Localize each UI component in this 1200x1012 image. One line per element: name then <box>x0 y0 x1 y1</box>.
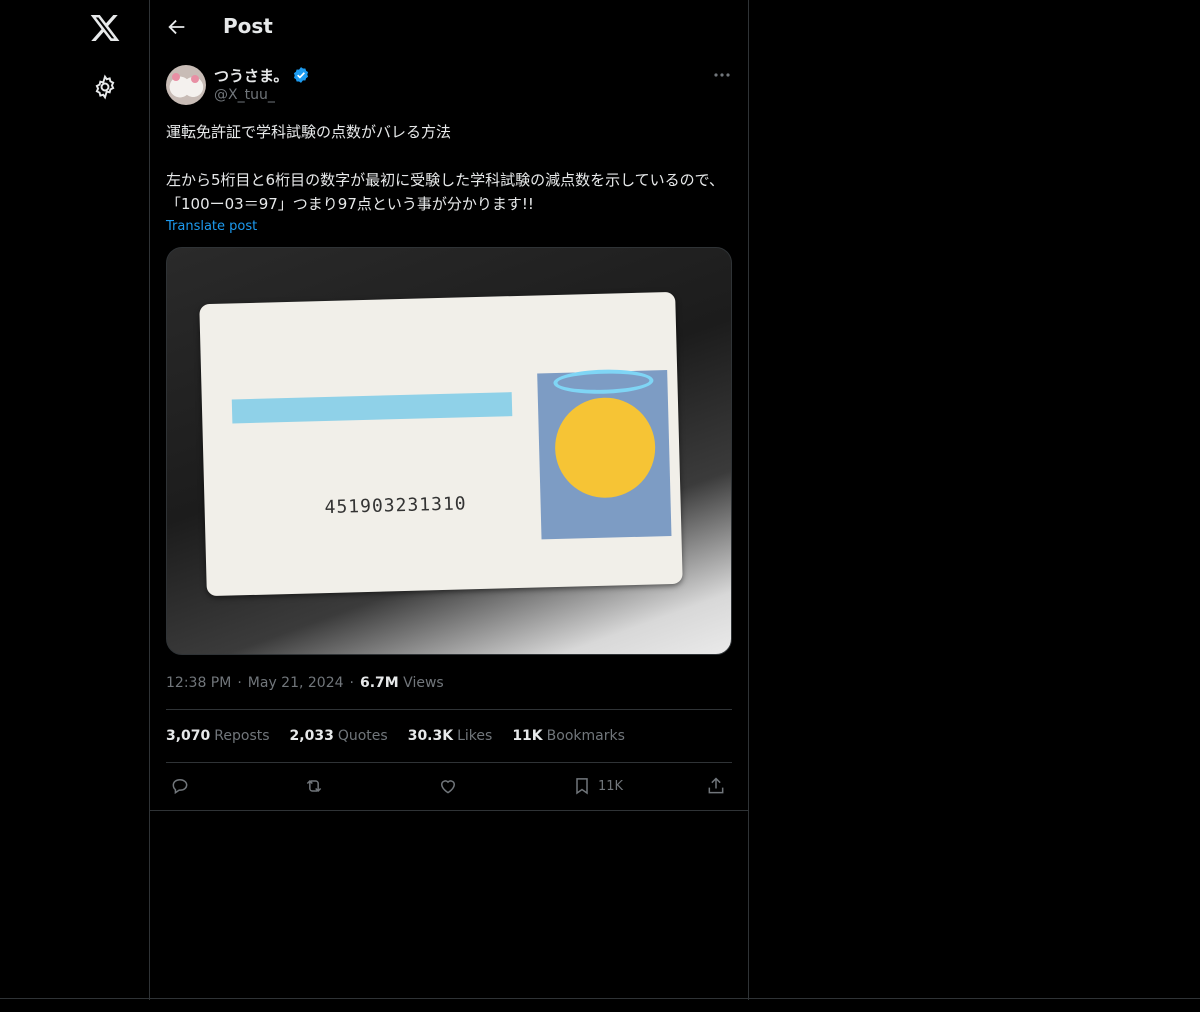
author-display-name[interactable]: つうさま。 <box>214 65 288 86</box>
verified-icon[interactable] <box>292 66 310 84</box>
separator-dot: · <box>237 675 242 691</box>
bookmark-count: 11K <box>598 778 624 794</box>
repost-icon <box>306 779 322 793</box>
views-count: 6.7M <box>359 675 399 691</box>
bookmarks-stat[interactable]: 11K Bookmarks <box>512 728 625 744</box>
views-label: Views <box>403 675 444 691</box>
quotes-stat[interactable]: 2,033 Quotes <box>290 728 388 744</box>
action-bar: 11K <box>166 775 732 801</box>
post-image[interactable]: 451903231310 <box>166 247 732 655</box>
share-icon <box>708 777 724 794</box>
likes-stat[interactable]: 30.3K Likes <box>408 728 493 744</box>
author-name-row: つうさま。 <box>214 65 310 85</box>
card-stripe <box>231 392 513 424</box>
divider <box>166 709 732 710</box>
repost-button[interactable] <box>304 775 324 797</box>
reposts-stat[interactable]: 3,070 Reposts <box>166 728 270 744</box>
main-column: Post つうさま。 @X_tuu_ 運転免許証で学科試験の点数がバレる方法 左… <box>149 0 749 1000</box>
post-time[interactable]: 12:38 PM <box>166 675 231 691</box>
left-sidebar <box>0 0 150 1012</box>
page-header: Post <box>150 0 748 54</box>
license-card-image: 451903231310 <box>199 291 683 597</box>
post-text-line: 左から5桁目と6桁目の数字が最初に受験した学科試験の減点数を示しているので、「1… <box>166 171 725 213</box>
post-text: 運転免許証で学科試験の点数がバレる方法 左から5桁目と6桁目の数字が最初に受験し… <box>166 120 734 216</box>
bottom-divider <box>0 998 1200 999</box>
separator-dot: · <box>349 675 354 691</box>
back-arrow-icon[interactable] <box>166 16 188 38</box>
page-title: Post <box>223 14 273 38</box>
like-button[interactable] <box>438 775 458 797</box>
gear-icon[interactable] <box>92 74 118 100</box>
more-icon[interactable] <box>712 66 732 84</box>
x-logo-icon[interactable] <box>89 12 121 44</box>
bookmark-icon <box>576 778 588 795</box>
license-number: 451903231310 <box>324 493 467 519</box>
engagement-stats: 3,070 Reposts 2,033 Quotes 30.3K Likes 11K B… <box>166 728 625 744</box>
translate-post-link[interactable]: Translate post <box>166 219 257 234</box>
share-button[interactable] <box>706 775 726 797</box>
reply-icon <box>172 778 188 795</box>
post-meta: 12:38 PM · May 21, 2024 · 6.7M Views <box>166 675 444 691</box>
divider <box>166 762 732 763</box>
post-text-line: 運転免許証で学科試験の点数がバレる方法 <box>166 123 452 141</box>
reply-button[interactable] <box>170 775 190 797</box>
post-date[interactable]: May 21, 2024 <box>248 675 344 691</box>
divider <box>150 810 748 811</box>
author-handle[interactable]: @X_tuu_ <box>214 87 275 103</box>
avatar[interactable] <box>166 65 206 105</box>
bookmark-button[interactable]: 11K <box>572 775 623 797</box>
like-icon <box>440 780 456 794</box>
